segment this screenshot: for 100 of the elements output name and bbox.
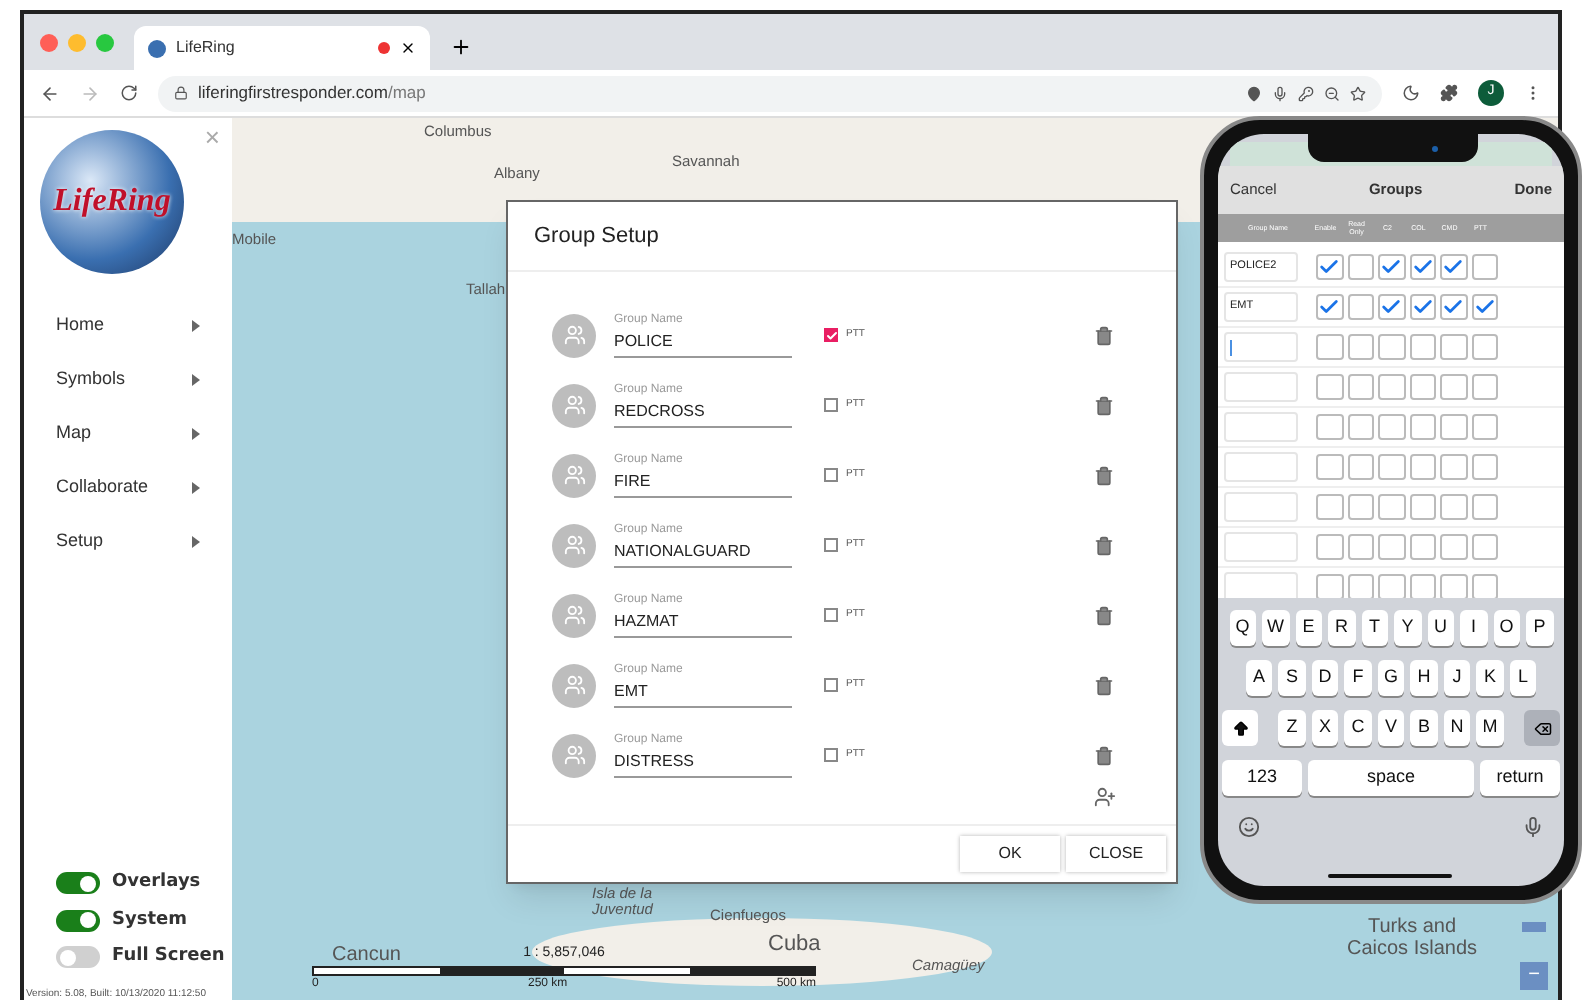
checkbox[interactable] (1440, 373, 1467, 401)
key-icon[interactable] (1298, 85, 1314, 101)
checkbox[interactable] (1347, 293, 1374, 321)
address-bar[interactable]: liferingfirstresponder.com/map (158, 75, 1382, 111)
delete-icon[interactable] (1094, 605, 1114, 625)
reload-icon[interactable] (120, 84, 138, 102)
checkbox[interactable] (1471, 533, 1498, 561)
checkbox[interactable] (1316, 293, 1343, 321)
keyboard-key[interactable]: K (1476, 660, 1504, 696)
ptt-checkbox[interactable] (824, 608, 838, 622)
checkbox[interactable] (1409, 373, 1436, 401)
checkbox[interactable] (1316, 533, 1343, 561)
extensions-icon[interactable] (1440, 84, 1458, 102)
checkbox[interactable] (1409, 333, 1436, 361)
keyboard-key[interactable]: T (1361, 610, 1388, 646)
checkbox[interactable] (1471, 253, 1498, 281)
group-name-input[interactable] (1224, 492, 1298, 522)
emoji-icon[interactable] (1238, 816, 1260, 838)
checkbox[interactable] (1316, 373, 1343, 401)
zoom-slider-handle[interactable] (1522, 922, 1546, 932)
checkbox[interactable] (1471, 453, 1498, 481)
checkbox[interactable] (1378, 573, 1405, 598)
ptt-checkbox[interactable] (824, 468, 838, 482)
checkbox[interactable] (1471, 293, 1498, 321)
checkbox[interactable] (1409, 493, 1436, 521)
return-key[interactable]: return (1480, 760, 1560, 796)
backspace-key[interactable] (1524, 710, 1560, 746)
checkbox[interactable] (1471, 413, 1498, 441)
group-name-input[interactable] (1224, 572, 1298, 598)
checkbox[interactable] (1440, 293, 1467, 321)
keyboard-key[interactable]: Y (1394, 610, 1421, 646)
checkbox[interactable] (1316, 453, 1343, 481)
menu-item[interactable]: Symbols (24, 352, 232, 406)
checkbox[interactable] (1471, 493, 1498, 521)
menu-item[interactable]: Map (24, 406, 232, 460)
menu-item[interactable]: Home (24, 298, 232, 352)
checkbox[interactable] (1347, 333, 1374, 361)
keyboard-key[interactable]: V (1377, 710, 1405, 746)
checkbox[interactable] (1409, 293, 1436, 321)
delete-icon[interactable] (1094, 745, 1114, 765)
checkbox[interactable] (1347, 573, 1374, 598)
checkbox[interactable] (1440, 533, 1467, 561)
checkbox[interactable] (1316, 253, 1343, 281)
zoom-out-icon[interactable] (1324, 85, 1340, 101)
keyboard-key[interactable]: P (1526, 610, 1553, 646)
location-icon[interactable] (1246, 85, 1262, 101)
checkbox[interactable] (1409, 453, 1436, 481)
keyboard-key[interactable]: A (1245, 660, 1273, 696)
microphone-icon[interactable] (1522, 816, 1544, 838)
ptt-checkbox[interactable] (824, 748, 838, 762)
checkbox[interactable] (1316, 493, 1343, 521)
checkbox[interactable] (1471, 333, 1498, 361)
keyboard-key[interactable]: W (1262, 610, 1289, 646)
keyboard-key[interactable]: H (1410, 660, 1438, 696)
keyboard-key[interactable]: F (1344, 660, 1372, 696)
checkbox[interactable] (1378, 253, 1405, 281)
keyboard-key[interactable]: X (1311, 710, 1339, 746)
group-name-input[interactable] (1224, 452, 1298, 482)
keyboard-key[interactable]: B (1410, 710, 1438, 746)
checkbox[interactable] (1347, 453, 1374, 481)
group-name-input[interactable] (1224, 372, 1298, 402)
keyboard-key[interactable]: S (1278, 660, 1306, 696)
back-icon[interactable] (40, 83, 60, 103)
checkbox[interactable] (1316, 573, 1343, 598)
checkbox[interactable] (1471, 573, 1498, 598)
shift-key[interactable] (1222, 710, 1258, 746)
microphone-icon[interactable] (1272, 85, 1288, 101)
keyboard-key[interactable]: M (1476, 710, 1504, 746)
keyboard-key[interactable]: Q (1229, 610, 1256, 646)
checkbox[interactable] (1378, 333, 1405, 361)
keyboard-key[interactable]: O (1493, 610, 1520, 646)
numbers-key[interactable]: 123 (1222, 760, 1302, 796)
checkbox[interactable] (1378, 413, 1405, 441)
checkbox[interactable] (1347, 413, 1374, 441)
ptt-checkbox[interactable] (824, 678, 838, 692)
dialog-button[interactable]: CLOSE (1066, 836, 1166, 872)
checkbox[interactable] (1378, 373, 1405, 401)
keyboard-key[interactable]: L (1509, 660, 1537, 696)
space-key[interactable]: space (1308, 760, 1474, 796)
toggle-switch[interactable] (56, 872, 100, 895)
ptt-checkbox[interactable] (824, 538, 838, 552)
delete-icon[interactable] (1094, 675, 1114, 695)
checkbox[interactable] (1316, 333, 1343, 361)
new-tab-icon[interactable] (450, 36, 472, 58)
checkbox[interactable] (1440, 493, 1467, 521)
checkbox[interactable] (1347, 493, 1374, 521)
moon-icon[interactable] (1402, 84, 1420, 102)
checkbox[interactable] (1316, 413, 1343, 441)
checkbox[interactable] (1440, 573, 1467, 598)
checkbox[interactable] (1440, 413, 1467, 441)
keyboard-key[interactable]: R (1328, 610, 1355, 646)
forward-icon[interactable] (80, 83, 100, 103)
ptt-checkbox[interactable] (824, 398, 838, 412)
checkbox[interactable] (1378, 493, 1405, 521)
group-name-input[interactable] (1224, 332, 1298, 362)
keyboard-key[interactable]: E (1295, 610, 1322, 646)
delete-icon[interactable] (1094, 465, 1114, 485)
add-group-icon[interactable] (1094, 786, 1116, 808)
bookmark-star-icon[interactable] (1350, 85, 1366, 101)
checkbox[interactable] (1409, 253, 1436, 281)
